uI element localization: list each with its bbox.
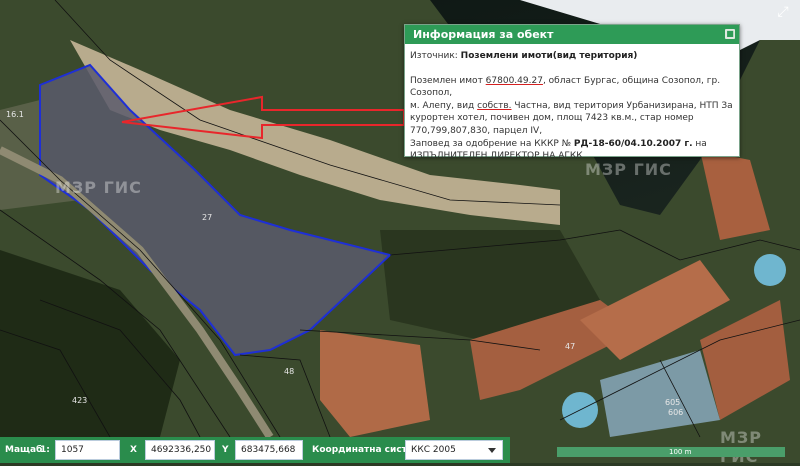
scale-prefix: 1: <box>40 445 50 455</box>
property-line-1: Поземлен имот 67800.49.27, област Бургас… <box>410 75 733 100</box>
popup-title: Информация за обект <box>413 28 554 41</box>
parcel-label: 16.1 <box>6 110 24 119</box>
property-line-2: м. Алепу, вид собств. Частна, вид терито… <box>410 100 733 113</box>
close-icon[interactable]: ■ <box>725 29 735 39</box>
parcel-label: 27 <box>202 213 213 222</box>
watermark: МЗР ГИС <box>55 178 142 197</box>
chevron-down-icon <box>488 448 496 453</box>
scale-label: Мащаб <box>5 445 43 455</box>
watermark: МЗР ГИС <box>585 160 672 179</box>
parcel-label: 605 <box>665 398 681 407</box>
text-fragment: Поземлен имот <box>410 75 486 86</box>
text-fragment: на <box>692 138 707 149</box>
pool-round <box>754 254 786 286</box>
parcel-label: 48 <box>284 367 295 376</box>
source-line: Източник: Поземлени имоти(вид територия) <box>410 50 733 63</box>
ownership-text: собств. <box>477 100 512 111</box>
property-line-3: курортен хотел, почивен дом, площ 7423 к… <box>410 113 694 124</box>
x-label: X <box>130 445 137 455</box>
scale-bar: 100 m <box>557 447 785 457</box>
popup-header: Информация за обект ■ <box>405 25 739 44</box>
crs-select[interactable]: ККС 2005 <box>405 440 503 460</box>
y-coordinate-input[interactable]: 683475,668 <box>235 440 303 460</box>
scale-input[interactable]: 1057 <box>55 440 120 460</box>
popup-body: Източник: Поземлени имоти(вид територия)… <box>405 44 739 163</box>
scale-bar-text: 100 m <box>669 448 692 456</box>
source-value: Поземлени имоти(вид територия) <box>460 51 638 61</box>
text-fragment: Частна, вид територия Урбанизирана, НТП … <box>511 100 733 111</box>
bottom-toolbar: Мащаб 1: 1057 X 4692336,250 Y 683475,668… <box>0 437 510 463</box>
parcel-label: 423 <box>72 396 88 405</box>
crs-value: ККС 2005 <box>411 445 456 455</box>
text-fragment: Заповед за одобрение на КККР № <box>410 138 574 149</box>
text-fragment: м. Алепу, вид <box>410 100 478 111</box>
object-info-popup: Информация за обект ■ Източник: Поземлен… <box>404 24 740 161</box>
order-number: РД-18-60/04.10.2007 г. <box>573 138 693 149</box>
property-id-link[interactable]: 67800.49.27 <box>486 76 543 86</box>
y-label: Y <box>222 445 229 455</box>
property-line-4: 770,799,807,830, парцел IV, <box>410 125 543 136</box>
parcel-label: 47 <box>565 342 576 351</box>
parcel-label: 606 <box>668 408 684 417</box>
fullscreen-icon[interactable]: ⤢ <box>776 5 790 19</box>
x-coordinate-input[interactable]: 4692336,250 <box>145 440 215 460</box>
source-label: Източник: <box>410 51 458 61</box>
property-line-5: Заповед за одобрение на КККР № РД-18-60/… <box>410 138 733 151</box>
property-line-6: ИЗПЪЛНИТЕЛЕН ДИРЕКТОР НА АГКК <box>410 151 583 162</box>
